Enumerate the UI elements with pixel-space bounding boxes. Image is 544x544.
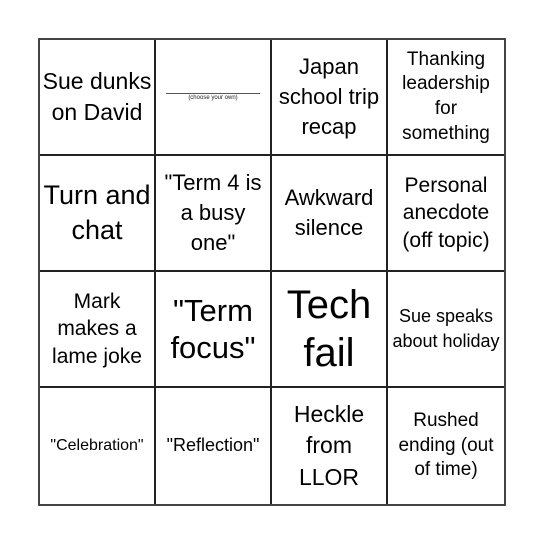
bingo-cell[interactable]: "Celebration" xyxy=(40,388,156,504)
cell-text: Thanking leadership for something xyxy=(402,48,490,144)
bingo-cell[interactable]: Awkward silence xyxy=(272,156,388,272)
bingo-cell[interactable]: Mark makes a lame joke xyxy=(40,272,156,388)
cell-text: Sue speaks about holiday xyxy=(392,305,500,351)
free-space-hint: (choose your own) xyxy=(188,94,238,101)
bingo-cell[interactable]: Personal anecdote (off topic) xyxy=(388,156,504,272)
write-in-line xyxy=(166,92,260,94)
bingo-cell[interactable]: "Term 4 is a busy one" xyxy=(156,156,272,272)
bingo-cell[interactable]: Turn and chat xyxy=(40,156,156,272)
cell-text: Turn and chat xyxy=(43,179,151,245)
bingo-cell[interactable]: Tech fail xyxy=(272,272,388,388)
cell-text: Sue dunks on David xyxy=(42,67,152,125)
bingo-card: Sue dunks on David (choose your own) Jap… xyxy=(38,38,506,506)
bingo-cell[interactable]: "Term focus" xyxy=(156,272,272,388)
bingo-cell[interactable]: Rushed ending (out of time) xyxy=(388,388,504,504)
cell-text: Tech fail xyxy=(286,283,372,375)
bingo-cell[interactable]: "Reflection" xyxy=(156,388,272,504)
cell-text: Personal anecdote (off topic) xyxy=(402,174,490,252)
cell-text: Heckle from LLOR xyxy=(293,401,365,490)
bingo-cell[interactable]: Sue dunks on David xyxy=(40,40,156,156)
bingo-cell[interactable]: Sue speaks about holiday xyxy=(388,272,504,388)
cell-text: Rushed ending (out of time) xyxy=(398,409,494,481)
cell-text: "Celebration" xyxy=(50,436,144,454)
cell-text: "Term focus" xyxy=(170,292,256,365)
cell-text: Japan school trip recap xyxy=(278,54,380,139)
cell-text: Mark makes a lame joke xyxy=(52,290,142,368)
cell-text: Awkward silence xyxy=(284,185,374,240)
bingo-cell[interactable]: Japan school trip recap xyxy=(272,40,388,156)
bingo-cell[interactable]: Thanking leadership for something xyxy=(388,40,504,156)
cell-text: "Reflection" xyxy=(166,435,260,456)
bingo-cell-free-space[interactable]: (choose your own) xyxy=(156,40,272,156)
bingo-cell[interactable]: Heckle from LLOR xyxy=(272,388,388,504)
cell-text: "Term 4 is a busy one" xyxy=(164,170,262,255)
